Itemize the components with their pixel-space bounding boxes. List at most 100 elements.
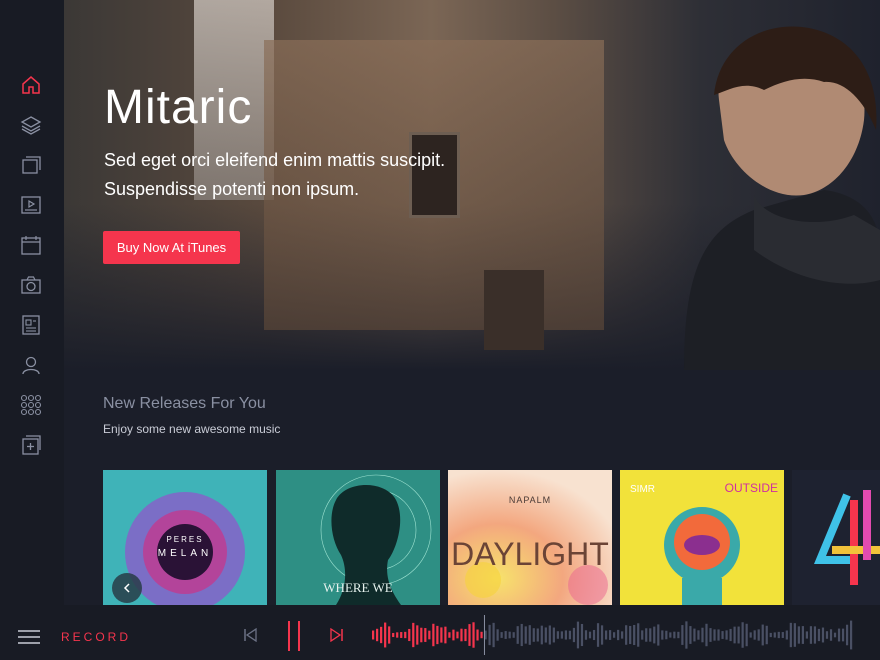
waveform-bar	[725, 630, 728, 640]
waveform-bar	[769, 632, 772, 638]
waveform-bar	[629, 625, 632, 645]
waveform-bar	[745, 623, 748, 647]
waveform-bar	[773, 632, 776, 638]
skip-back-icon[interactable]	[243, 628, 257, 642]
waveform-bar	[432, 623, 435, 647]
buy-itunes-button[interactable]: Buy Now At iTunes	[103, 231, 240, 264]
home-icon[interactable]	[18, 72, 44, 98]
video-icon[interactable]	[18, 192, 44, 218]
waveform-bar	[600, 625, 604, 645]
hero-door-image	[484, 270, 544, 350]
waveform-bar	[645, 628, 648, 642]
waveform-bar	[613, 632, 616, 638]
waveform-bar	[765, 625, 768, 645]
waveform-bar	[809, 626, 813, 644]
waveform-bar	[428, 630, 431, 640]
waveform-bar	[480, 631, 483, 639]
album-2-main-label: WHERE WE	[323, 580, 392, 595]
waveform-bar	[637, 623, 640, 647]
waveform-bar	[544, 627, 547, 643]
waveform-bar	[444, 626, 447, 644]
waveform-bar	[817, 628, 821, 642]
menu-icon[interactable]	[18, 630, 40, 644]
waveform-bar	[388, 626, 391, 644]
waveform-bar	[821, 627, 825, 643]
album-3-top-label: NAPALM	[509, 495, 551, 505]
carousel-prev-button[interactable]	[112, 573, 142, 603]
waveform-bar	[657, 624, 660, 646]
waveform-bar	[464, 628, 467, 642]
waveform-bar	[508, 631, 511, 639]
waveform-bar	[829, 629, 833, 641]
album-card[interactable]: SIMR OUTSIDE	[620, 470, 784, 605]
news-icon[interactable]	[18, 312, 44, 338]
pause-icon[interactable]	[286, 620, 302, 652]
waveform-bar	[416, 625, 419, 645]
waveform-bar	[452, 629, 455, 641]
waveform-bar	[617, 629, 620, 641]
waveform-bar	[404, 631, 407, 639]
waveform-bar	[797, 626, 800, 644]
waveform-bar	[781, 632, 784, 638]
waveform-bar	[661, 630, 664, 640]
album-3-main-label: DAYLIGHT	[451, 536, 609, 572]
waveform-bar	[396, 632, 399, 638]
waveform-bar	[504, 631, 507, 639]
waveform-bar	[761, 624, 764, 646]
hero-subtitle-line2: Suspendisse potenti non ipsum.	[104, 179, 360, 199]
waveform-bar	[685, 621, 688, 649]
camera-icon[interactable]	[18, 272, 44, 298]
waveform-bar	[448, 632, 451, 638]
waveform-bar	[757, 629, 760, 641]
album-cover-image: 4	[792, 470, 880, 605]
calendar-icon[interactable]	[18, 232, 44, 258]
waveform-bar	[468, 624, 471, 646]
waveform-bar	[841, 628, 845, 642]
waveform-bar	[556, 631, 559, 639]
waveform-bar	[741, 622, 744, 648]
album-4-top-label: SIMR	[630, 484, 655, 495]
grid-icon[interactable]	[18, 392, 44, 418]
waveform-bar	[793, 623, 796, 647]
waveform-bar	[753, 630, 756, 640]
record-label[interactable]: RECORD	[61, 630, 131, 644]
waveform-bar	[649, 628, 652, 642]
waveform-bar	[436, 625, 439, 645]
waveform-bar	[540, 625, 543, 645]
waveform-bar	[456, 631, 459, 639]
albums-icon[interactable]	[18, 152, 44, 178]
album-card[interactable]: NAPALM DAYLIGHT	[448, 470, 612, 605]
album-card[interactable]: WHERE WE	[276, 470, 440, 605]
waveform-bar	[400, 632, 403, 638]
waveform-bar	[516, 626, 519, 644]
waveform-bar	[488, 624, 491, 646]
waveform[interactable]	[372, 615, 854, 655]
waveform-bar	[633, 624, 636, 646]
waveform-bar	[380, 626, 383, 644]
layers-icon[interactable]	[18, 112, 44, 138]
waveform-bar	[580, 623, 584, 647]
waveform-bar	[460, 628, 463, 642]
releases-title: New Releases For You	[103, 395, 266, 412]
waveform-bar	[777, 631, 780, 639]
waveform-bar	[592, 629, 596, 641]
add-icon[interactable]	[18, 432, 44, 458]
waveform-bar	[729, 628, 732, 642]
waveform-bar	[825, 631, 829, 639]
waveform-bar	[608, 630, 612, 640]
waveform-bar	[412, 622, 415, 648]
hero-subtitle: Sed eget orci eleifend enim mattis susci…	[104, 146, 524, 204]
album-card[interactable]: 4	[792, 470, 880, 605]
waveform-bar	[576, 621, 580, 649]
waveform-bar	[721, 631, 724, 639]
waveform-bar	[472, 622, 475, 648]
waveform-bar	[697, 630, 700, 640]
waveform-bar	[584, 630, 588, 640]
waveform-bar	[849, 620, 853, 650]
skip-forward-icon[interactable]	[330, 628, 344, 642]
waveform-bar	[372, 630, 375, 640]
user-icon[interactable]	[18, 352, 44, 378]
waveform-bar	[801, 626, 804, 644]
waveform-bar	[625, 625, 628, 645]
waveform-bar	[665, 630, 668, 640]
